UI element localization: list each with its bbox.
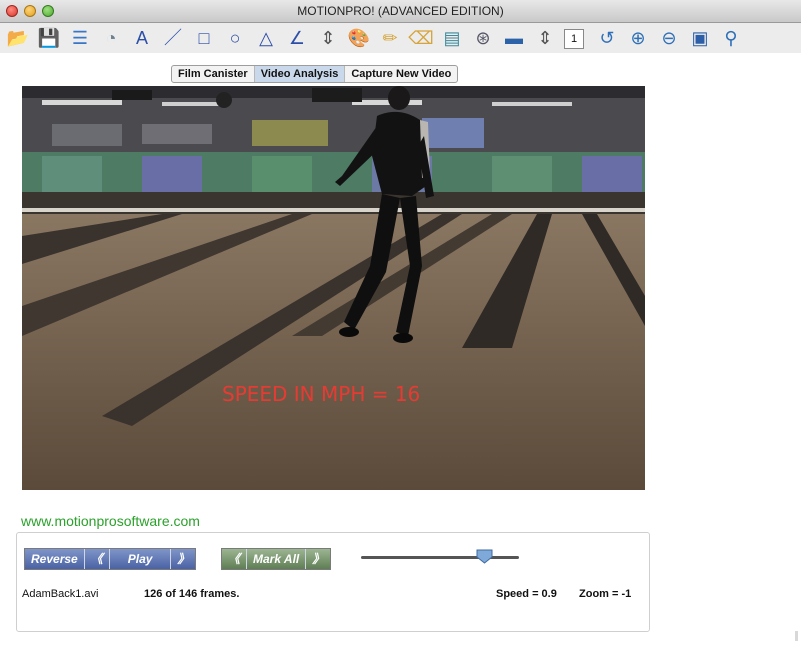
monitor-icon[interactable]: ▣ — [688, 26, 712, 50]
rectangle-tool-icon[interactable]: □ — [192, 26, 216, 50]
rewind-button[interactable]: 《 — [84, 549, 110, 569]
line-tool-icon[interactable]: ／ — [161, 26, 185, 50]
website-link[interactable]: www.motionprosoftware.com — [21, 513, 200, 529]
mark-button-group: 《 Mark All 》 — [221, 548, 332, 570]
video-viewport[interactable]: SPEED IN MPH = 16 — [22, 86, 645, 490]
palette-icon[interactable]: 🎨 — [347, 26, 371, 50]
mark-all-button[interactable]: Mark All — [247, 549, 307, 569]
filename-label: AdamBack1.avi — [22, 588, 99, 600]
path-icon[interactable]: ↺ — [595, 26, 619, 50]
circle-tool-icon[interactable]: ○ — [223, 26, 247, 50]
stepper-icon-2[interactable]: ⇕ — [533, 26, 557, 50]
screen-icon[interactable]: ▬ — [502, 26, 526, 50]
open-folder-icon[interactable]: 📂 — [6, 26, 30, 50]
frame-step-value[interactable]: 1 — [564, 29, 584, 49]
reverse-button[interactable]: Reverse — [25, 549, 85, 569]
tab-capture-new-video[interactable]: Capture New Video — [345, 66, 457, 82]
frame-count-label: 126 of 146 frames. — [144, 588, 240, 600]
eraser-icon[interactable]: ⌫ — [408, 26, 433, 50]
tab-bar: Film Canister Video Analysis Capture New… — [171, 65, 459, 83]
next-mark-button[interactable]: 》 — [306, 549, 331, 569]
reel-icon[interactable]: ⊛ — [471, 26, 495, 50]
fast-forward-button[interactable]: 》 — [171, 549, 196, 569]
speed-overlay-text: SPEED IN MPH = 16 — [222, 382, 421, 406]
save-icon[interactable]: 💾 — [37, 26, 61, 50]
search-icon[interactable]: ⚲ — [719, 26, 743, 50]
playback-button-group: Reverse 《 Play 》 — [24, 548, 197, 570]
zoom-out-icon[interactable]: ⊖ — [657, 26, 681, 50]
frame-slider[interactable] — [361, 556, 519, 559]
title-bar: MOTIONPRO! (ADVANCED EDITION) — [0, 0, 801, 23]
zoom-label: Zoom = -1 — [579, 588, 632, 600]
zoom-in-icon[interactable]: ⊕ — [626, 26, 650, 50]
window-title: MOTIONPRO! (ADVANCED EDITION) — [297, 4, 504, 18]
angle-tool-icon[interactable]: ∠ — [285, 26, 309, 50]
resize-handle[interactable] — [795, 631, 798, 641]
clear-icon[interactable]: ▤ — [440, 26, 464, 50]
video-frame-image — [22, 86, 645, 490]
tab-film-canister[interactable]: Film Canister — [172, 66, 255, 82]
speed-label: Speed = 0.9 — [496, 588, 557, 600]
playback-controls-panel — [16, 532, 650, 632]
toolbar: 📂 💾 ☰ ◔ A ／ □ ○ △ ∠ ⇕ 🎨 ✏ ⌫ ▤ ⊛ ▬ ⇕ 1 ↺ ⊕ ⊖ ▣ ⚲ — [0, 23, 801, 53]
text-tool-icon[interactable]: A — [130, 26, 154, 50]
stepper-icon[interactable]: ⇕ — [316, 26, 340, 50]
play-button[interactable]: Play — [109, 549, 172, 569]
tab-video-analysis[interactable]: Video Analysis — [254, 66, 346, 82]
frame-slider-thumb[interactable] — [476, 549, 493, 564]
triangle-tool-icon[interactable]: △ — [254, 26, 278, 50]
protractor-icon[interactable]: ◔ — [99, 26, 123, 50]
previous-mark-button[interactable]: 《 — [222, 549, 248, 569]
list-icon[interactable]: ☰ — [68, 26, 92, 50]
pencil-icon[interactable]: ✏ — [378, 26, 402, 50]
